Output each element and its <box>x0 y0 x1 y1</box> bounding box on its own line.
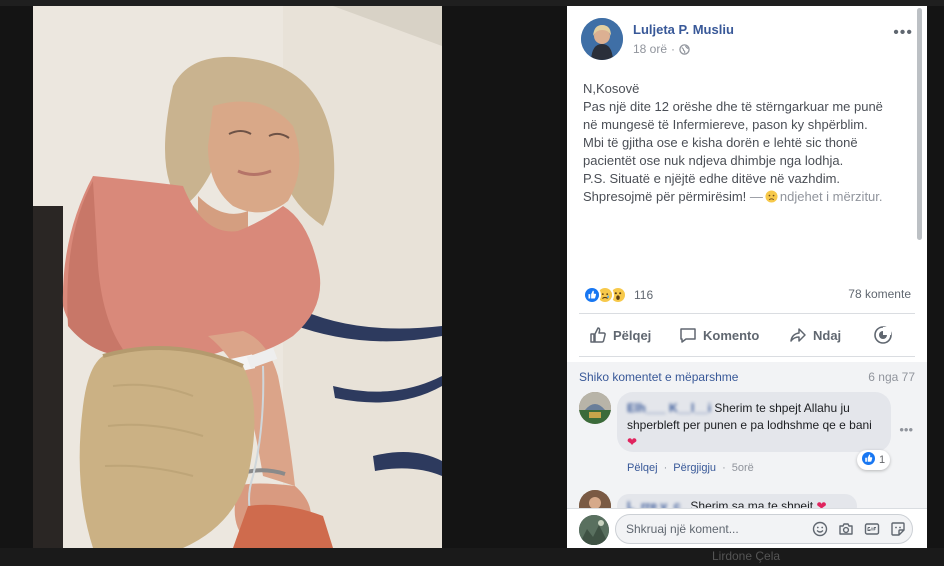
comment-reply-link[interactable]: Përgjigju <box>673 462 716 474</box>
share-button[interactable]: Ndaj <box>789 318 841 352</box>
post-line: Mbi të gjitha ose e kisha dorën e lehtë … <box>583 135 858 150</box>
comments-page-count: 6 nga 77 <box>868 370 915 384</box>
comment-label: Komento <box>703 327 760 343</box>
divider <box>579 313 915 314</box>
heart-icon: ❤ <box>627 435 638 449</box>
separator: · <box>663 462 668 474</box>
reactions-count[interactable]: 116 <box>634 288 653 302</box>
comment-icon <box>679 326 697 344</box>
comment-input-bar: Shkruaj një koment... <box>567 508 927 548</box>
comment-like-count: 1 <box>879 454 886 466</box>
post-scrollbar[interactable] <box>917 8 922 240</box>
post-line: N,Kosovë <box>583 81 640 96</box>
post-panel: Luljeta P. Musliu 18 orë · ••• N,Kosovë … <box>567 6 927 548</box>
post-photo[interactable] <box>33 6 442 548</box>
comments-section: Shiko komentet e mëparshme 6 nga 77 Elh_… <box>567 362 927 512</box>
input-icons <box>812 521 906 537</box>
sticker-icon[interactable] <box>890 521 906 537</box>
backdrop-ghost-text: Lirdone Çela <box>712 549 781 563</box>
comment-more-icon[interactable]: ••• <box>899 422 913 437</box>
post-line-feeling: Shpresojmë për përmirësim! — ndjehet i më… <box>583 188 919 206</box>
comment-bubble: Elh___ K__l__i Sherim te shpejt Allahu j… <box>617 392 891 452</box>
like-button[interactable]: Pëlqej <box>589 318 651 352</box>
comments-count[interactable]: 78 komente <box>848 287 911 301</box>
like-label: Pëlqej <box>613 327 652 343</box>
author-avatar[interactable] <box>581 18 623 60</box>
comment-time[interactable]: 5orë <box>732 462 754 474</box>
avatar-picker-button[interactable] <box>873 318 893 352</box>
commenter-avatar[interactable] <box>579 392 611 424</box>
feeling-text[interactable]: ndjehet i mërzitur. <box>780 189 883 204</box>
post-meta: 18 orë · <box>633 42 690 56</box>
previous-comments-link[interactable]: Shiko komentet e mëparshme <box>579 370 738 384</box>
share-label: Ndaj <box>813 327 842 343</box>
emoji-icon[interactable] <box>812 521 828 537</box>
comment-actions: Pëlqej · Përgjigju · 5orë <box>627 462 754 474</box>
post-line: pacientët ose nuk ndjeva dhimbje nga lod… <box>583 153 844 168</box>
more-dots-icon[interactable]: ••• <box>893 24 913 42</box>
thumb-icon <box>589 326 607 344</box>
avatar-picker-icon <box>873 325 893 345</box>
comment-like-link[interactable]: Pëlqej <box>627 462 658 474</box>
commenter-name[interactable]: Elh___ K__l__i <box>627 401 711 415</box>
post-line: në mungesë të Infermiereve, pason ky shp… <box>583 117 868 132</box>
gif-icon[interactable] <box>864 521 880 537</box>
sad-feeling-icon <box>765 190 778 203</box>
post-header: Luljeta P. Musliu 18 orë · ••• <box>581 18 913 68</box>
share-icon <box>789 326 807 344</box>
comment-input-placeholder: Shkruaj një koment... <box>626 522 739 536</box>
comment-input[interactable]: Shkruaj një koment... <box>615 514 913 544</box>
viewer-backdrop-bottom: Lirdone Çela <box>0 548 944 566</box>
feeling-dash: — <box>749 189 763 204</box>
globe-icon <box>679 43 690 55</box>
reactions-summary[interactable]: 116 <box>583 284 653 306</box>
post-text: N,Kosovë Pas një dite 12 orëshe dhe të s… <box>583 80 919 206</box>
like-reaction-icon <box>583 286 601 304</box>
meta-separator: · <box>671 42 676 56</box>
separator: · <box>722 462 726 474</box>
post-line: Pas një dite 12 orëshe dhe të stërngarku… <box>583 99 883 114</box>
camera-icon[interactable] <box>838 521 854 537</box>
post-last-line: Shpresojmë për përmirësim! <box>583 189 747 204</box>
like-reaction-icon <box>862 452 875 468</box>
post-actions: Pëlqej Komento Ndaj <box>579 318 915 352</box>
post-time[interactable]: 18 orë <box>633 42 667 56</box>
author-name[interactable]: Luljeta P. Musliu <box>633 22 734 37</box>
current-user-avatar <box>579 515 609 545</box>
comment-like-badge[interactable]: 1 <box>857 450 891 470</box>
post-line: P.S. Situatë e njëjtë edhe ditëve në vaz… <box>583 171 841 186</box>
divider <box>579 356 915 357</box>
comment-button[interactable]: Komento <box>679 318 759 352</box>
